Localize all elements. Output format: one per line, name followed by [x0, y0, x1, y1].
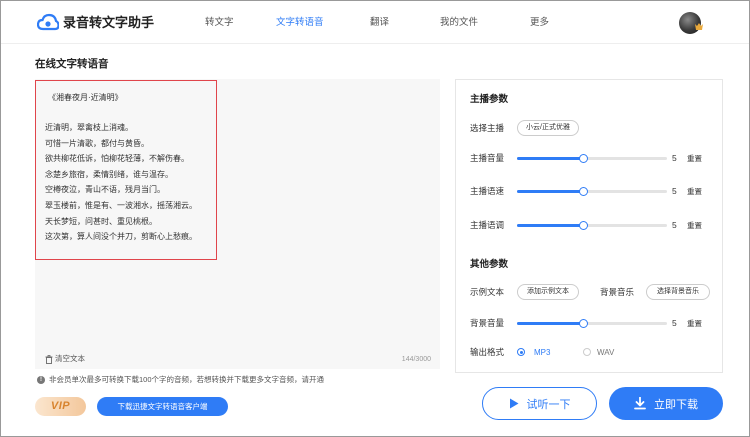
member-notice: ! 非会员单次最多可转换下载100个字的音频，若想转换并下载更多文字音频，请开通 — [37, 375, 324, 385]
anchor-volume-value: 5 — [672, 153, 677, 163]
poem-lines: 近清明，翠禽枝上消魂。 可惜一片清歌，都付与黄昏。 欲共柳花低诉，怕柳花轻薄，不… — [45, 123, 217, 248]
download-client-button[interactable]: 下载迅捷文字转语音客户端 — [97, 397, 228, 416]
anchor-pitch-reset-button[interactable]: 重置 — [687, 221, 702, 231]
bg-volume-reset-button[interactable]: 重置 — [687, 319, 702, 329]
bg-volume-label: 背景音量 — [470, 318, 505, 328]
bg-volume-value: 5 — [672, 318, 677, 328]
vip-button[interactable]: VIP — [35, 397, 86, 416]
poem-line: 可惜一片清歌，都付与黄昏。 — [45, 138, 149, 148]
output-format-label: 输出格式 — [470, 347, 505, 357]
select-anchor-label: 选择主播 — [470, 123, 505, 133]
poem-line: 天长梦短，问甚时、重见桃根。 — [45, 216, 157, 226]
brand-name: 录音转文字助手 — [63, 15, 155, 30]
member-notice-text: 非会员单次最多可转换下载100个字的音频，若想转换并下载更多文字音频，请开通 — [49, 375, 325, 384]
slider-fill — [517, 224, 583, 227]
download-now-button[interactable]: 立即下载 — [609, 387, 723, 420]
anchor-speed-reset-button[interactable]: 重置 — [687, 187, 702, 197]
text-editor[interactable]: 《湘春夜月·近清明》 近清明，翠禽枝上消魂。 可惜一片清歌，都付与黄昏。 欲共柳… — [35, 79, 440, 369]
info-icon: ! — [37, 376, 45, 384]
anchor-pitch-slider[interactable] — [517, 221, 667, 231]
format-mp3-label[interactable]: MP3 — [534, 347, 550, 358]
poem-line: 翠玉楼前，惟是有、一波湘水，摇荡湘云。 — [45, 200, 197, 210]
slider-fill — [517, 322, 583, 325]
format-mp3-radio[interactable] — [517, 348, 525, 356]
format-wav-label[interactable]: WAV — [597, 347, 614, 358]
settings-panel: 主播参数 选择主播 小云/正式优雅 主播音量 5 重置 主播语速 5 重置 主播… — [455, 79, 723, 373]
nav-item-more[interactable]: 更多 — [530, 16, 549, 30]
bg-volume-slider[interactable] — [517, 319, 667, 329]
anchor-volume-reset-button[interactable]: 重置 — [687, 154, 702, 164]
anchor-params-title: 主播参数 — [470, 94, 509, 105]
anchor-speed-label: 主播语速 — [470, 186, 505, 196]
trash-icon — [45, 354, 53, 364]
anchor-volume-slider[interactable] — [517, 154, 667, 164]
anchor-volume-label: 主播音量 — [470, 153, 505, 163]
slider-fill — [517, 157, 583, 160]
clear-text-label: 清空文本 — [55, 354, 85, 363]
format-wav-radio[interactable] — [583, 348, 591, 356]
anchor-pitch-value: 5 — [672, 220, 677, 230]
preview-listen-button[interactable]: 试听一下 — [482, 387, 597, 420]
download-now-label: 立即下载 — [654, 398, 698, 411]
page-title: 在线文字转语音 — [35, 58, 109, 70]
poem-line: 这次第，算人间没个并刀，剪断心上愁痕。 — [45, 232, 197, 242]
nav-item-text-to-speech[interactable]: 文字转语音 — [276, 16, 324, 30]
char-count: 144/3000 — [401, 356, 431, 363]
poem-line: 空樽夜泣，青山不语，残月当门。 — [45, 185, 165, 195]
slider-thumb[interactable] — [578, 319, 588, 328]
poem-text-selection[interactable]: 《湘春夜月·近清明》 近清明，翠禽枝上消魂。 可惜一片清歌，都付与黄昏。 欲共柳… — [35, 80, 217, 260]
poem-line: 欲共柳花低诉，怕柳花轻薄，不解伤春。 — [45, 154, 189, 164]
slider-thumb[interactable] — [578, 187, 588, 196]
cloud-logo-icon — [37, 13, 59, 31]
sample-text-label: 示例文本 — [470, 287, 505, 297]
slider-fill — [517, 190, 583, 193]
slider-thumb[interactable] — [578, 221, 588, 230]
nav-item-my-files[interactable]: 我的文件 — [440, 16, 478, 30]
add-sample-text-button[interactable]: 添加示例文本 — [517, 284, 579, 300]
poem-line: 近清明，翠禽枝上消魂。 — [45, 123, 133, 132]
anchor-speed-value: 5 — [672, 186, 677, 196]
preview-listen-label: 试听一下 — [526, 398, 571, 411]
play-icon — [509, 398, 518, 409]
member-badge-icon — [695, 23, 703, 30]
poem-line: 念楚乡旅宿，柔情别绪，谁与温存。 — [45, 169, 173, 179]
anchor-select-button[interactable]: 小云/正式优雅 — [517, 120, 579, 136]
clear-text-button[interactable]: 清空文本 — [45, 354, 85, 364]
download-icon — [634, 397, 646, 410]
bg-music-label: 背景音乐 — [600, 287, 635, 297]
select-bg-music-button[interactable]: 选择背景音乐 — [646, 284, 710, 300]
slider-thumb[interactable] — [578, 154, 588, 163]
nav-item-speech-to-text[interactable]: 转文字 — [205, 16, 234, 30]
poem-title: 《湘春夜月·近清明》 — [48, 93, 123, 102]
nav-item-translate[interactable]: 翻译 — [370, 16, 389, 30]
anchor-speed-slider[interactable] — [517, 187, 667, 197]
top-header: 录音转文字助手 转文字 文字转语音 翻译 我的文件 更多 — [1, 1, 749, 44]
other-params-title: 其他参数 — [470, 259, 509, 270]
anchor-pitch-label: 主播语调 — [470, 220, 505, 230]
